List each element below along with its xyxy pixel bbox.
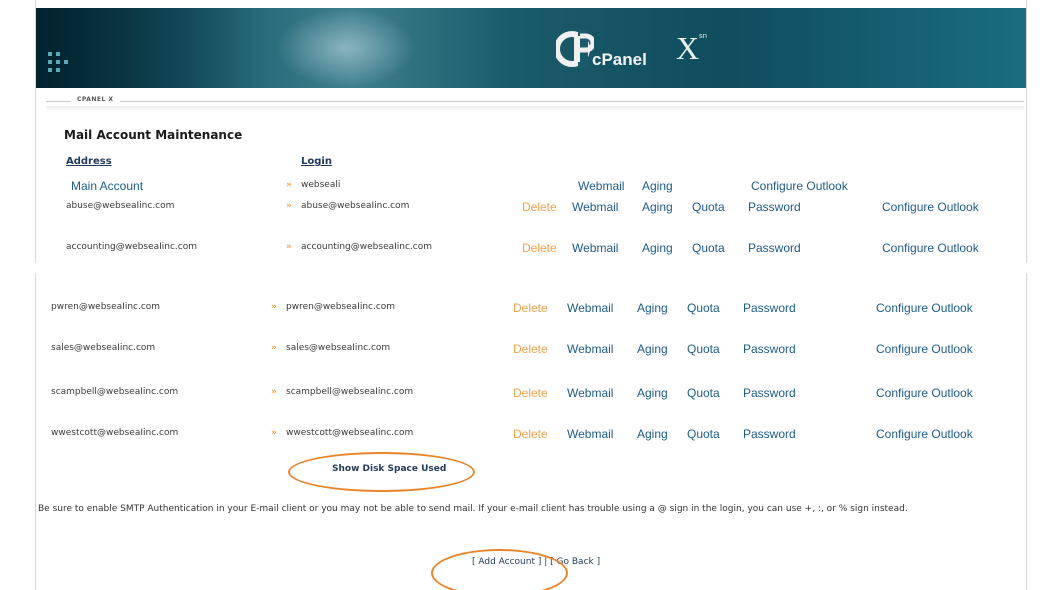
highlight-circle [431,549,568,590]
quota-link[interactable]: Quota [687,427,720,441]
cpanel-logo-sup: sn [699,32,708,40]
configure-outlook-link[interactable]: Configure Outlook [882,200,979,214]
main-aging-link[interactable]: Aging [642,179,673,193]
cpanel-banner: cPanel X sn [36,8,1026,88]
configure-outlook-link[interactable]: Configure Outlook [876,386,973,400]
password-link[interactable]: Password [743,427,796,441]
webmail-link[interactable]: Webmail [567,427,613,441]
breadcrumb[interactable]: CPANEL X [71,96,120,103]
row-login: sales@webseaIinc.com [286,343,391,353]
row-address: scampbell@webseaIinc.com [51,387,179,397]
aging-link[interactable]: Aging [642,200,673,214]
configure-outlook-link[interactable]: Configure Outlook [876,427,973,441]
delete-link[interactable]: Delete [513,427,548,441]
quota-link[interactable]: Quota [692,241,725,255]
quota-link[interactable]: Quota [687,301,720,315]
row-address: sales@webseaIinc.com [51,343,156,353]
row-login: wwestcott@webseaIinc.com [286,428,414,438]
configure-outlook-link[interactable]: Configure Outlook [882,241,979,255]
aging-link[interactable]: Aging [642,241,673,255]
main-account-label: Main Account [71,179,144,193]
arrow-icon: » [271,387,277,397]
quota-link[interactable]: Quota [692,200,725,214]
main-webmail-link[interactable]: Webmail [578,179,624,193]
aging-link[interactable]: Aging [637,301,668,315]
aging-link[interactable]: Aging [637,342,668,356]
delete-link[interactable]: Delete [522,241,557,255]
row-address: abuse@webseaIinc.com [66,201,175,211]
cpanel-logo-x: X [676,30,700,66]
delete-link[interactable]: Delete [522,200,557,214]
password-link[interactable]: Password [748,200,801,214]
aging-link[interactable]: Aging [637,427,668,441]
password-link[interactable]: Password [743,386,796,400]
password-link[interactable]: Password [748,241,801,255]
delete-link[interactable]: Delete [513,301,548,315]
row-address: accounting@webseaIinc.com [66,242,198,252]
webmail-link[interactable]: Webmail [567,301,613,315]
row-login: abuse@webseaIinc.com [301,201,410,211]
delete-link[interactable]: Delete [513,386,548,400]
arrow-icon: » [286,180,292,190]
arrow-icon: » [271,302,277,312]
highlight-circle [288,452,475,492]
password-link[interactable]: Password [743,342,796,356]
arrow-icon: » [271,343,277,353]
page-title: Mail Account Maintenance [64,128,243,142]
screenshot-gap [0,263,1045,273]
webmail-link[interactable]: Webmail [572,200,618,214]
arrow-icon: » [271,428,277,438]
top-panel: cPanel X sn CPANEL X Mail Account Mainte… [35,0,1027,263]
configure-outlook-link[interactable]: Configure Outlook [876,301,973,315]
banner-decoration [48,52,78,82]
configure-outlook-link[interactable]: Configure Outlook [876,342,973,356]
webmail-link[interactable]: Webmail [567,342,613,356]
breadcrumb-divider [46,101,1024,102]
delete-link[interactable]: Delete [513,342,548,356]
smtp-note: Be sure to enable SMTP Authentication in… [38,504,908,514]
cpanel-logo-text: cPanel [592,50,647,69]
login-column-header: Login [301,156,332,167]
quota-link[interactable]: Quota [687,386,720,400]
webmail-link[interactable]: Webmail [572,241,618,255]
row-login: scampbell@webseaIinc.com [286,387,414,397]
main-account-login: webseali [301,180,341,190]
quota-link[interactable]: Quota [687,342,720,356]
row-address: pwren@webseaIinc.com [51,302,161,312]
bottom-panel: pwren@webseaIinc.com » pwren@webseaIinc.… [35,273,1027,590]
row-address: wwestcott@webseaIinc.com [51,428,179,438]
cpanel-logo-icon [556,30,594,68]
address-column-header: Address [66,156,112,167]
arrow-icon: » [286,201,292,211]
row-login: accounting@webseaIinc.com [301,242,433,252]
webmail-link[interactable]: Webmail [567,386,613,400]
main-configure-outlook-link[interactable]: Configure Outlook [751,179,848,193]
row-login: pwren@webseaIinc.com [286,302,396,312]
password-link[interactable]: Password [743,301,796,315]
arrow-icon: » [286,242,292,252]
aging-link[interactable]: Aging [637,386,668,400]
